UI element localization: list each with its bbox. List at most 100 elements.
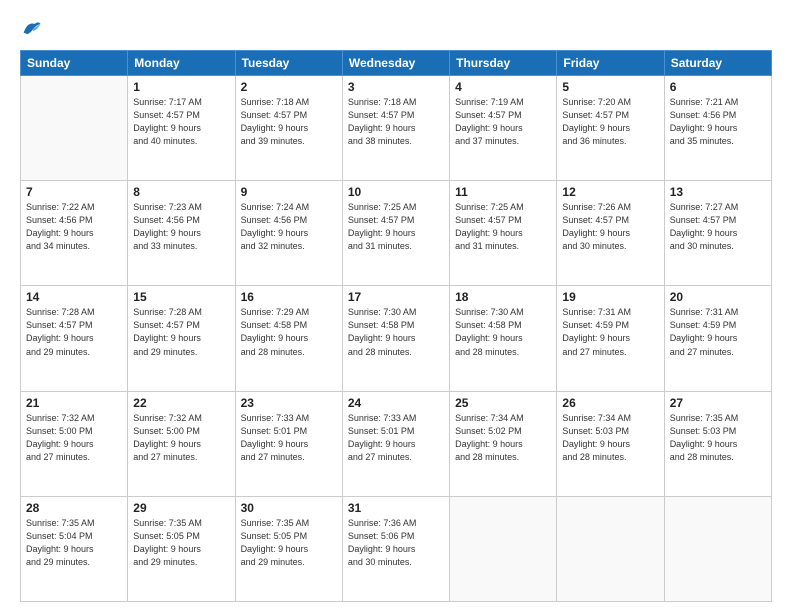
day-number: 5	[562, 80, 658, 94]
calendar-cell: 28 Sunrise: 7:35 AMSunset: 5:04 PMDayligh…	[21, 496, 128, 601]
day-info: Sunrise: 7:25 AMSunset: 4:57 PMDaylight:…	[455, 201, 551, 253]
day-number: 30	[241, 501, 337, 515]
day-number: 24	[348, 396, 444, 410]
calendar-cell: 3 Sunrise: 7:18 AMSunset: 4:57 PMDaylight…	[342, 76, 449, 181]
day-info: Sunrise: 7:18 AMSunset: 4:57 PMDaylight:…	[241, 96, 337, 148]
week-row-1: 1 Sunrise: 7:17 AMSunset: 4:57 PMDaylight…	[21, 76, 772, 181]
calendar-cell: 11 Sunrise: 7:25 AMSunset: 4:57 PMDayligh…	[450, 181, 557, 286]
day-info: Sunrise: 7:30 AMSunset: 4:58 PMDaylight:…	[348, 306, 444, 358]
day-info: Sunrise: 7:27 AMSunset: 4:57 PMDaylight:…	[670, 201, 766, 253]
weekday-header-monday: Monday	[128, 51, 235, 76]
calendar-cell: 7 Sunrise: 7:22 AMSunset: 4:56 PMDaylight…	[21, 181, 128, 286]
day-number: 7	[26, 185, 122, 199]
calendar-cell: 10 Sunrise: 7:25 AMSunset: 4:57 PMDayligh…	[342, 181, 449, 286]
calendar-cell: 22 Sunrise: 7:32 AMSunset: 5:00 PMDayligh…	[128, 391, 235, 496]
day-info: Sunrise: 7:31 AMSunset: 4:59 PMDaylight:…	[562, 306, 658, 358]
day-info: Sunrise: 7:35 AMSunset: 5:05 PMDaylight:…	[133, 517, 229, 569]
day-number: 3	[348, 80, 444, 94]
day-number: 21	[26, 396, 122, 410]
day-info: Sunrise: 7:34 AMSunset: 5:03 PMDaylight:…	[562, 412, 658, 464]
logo	[20, 18, 46, 40]
day-number: 10	[348, 185, 444, 199]
day-number: 25	[455, 396, 551, 410]
calendar-cell: 19 Sunrise: 7:31 AMSunset: 4:59 PMDayligh…	[557, 286, 664, 391]
day-info: Sunrise: 7:35 AMSunset: 5:05 PMDaylight:…	[241, 517, 337, 569]
day-number: 1	[133, 80, 229, 94]
day-number: 18	[455, 290, 551, 304]
day-info: Sunrise: 7:32 AMSunset: 5:00 PMDaylight:…	[133, 412, 229, 464]
calendar-cell: 12Sunrise: 7:26 AMSunset: 4:57 PMDayligh…	[557, 181, 664, 286]
header	[20, 18, 772, 40]
weekday-header-saturday: Saturday	[664, 51, 771, 76]
day-info: Sunrise: 7:32 AMSunset: 5:00 PMDaylight:…	[26, 412, 122, 464]
calendar-cell: 30 Sunrise: 7:35 AMSunset: 5:05 PMDayligh…	[235, 496, 342, 601]
calendar-cell: 15 Sunrise: 7:28 AMSunset: 4:57 PMDayligh…	[128, 286, 235, 391]
calendar-cell	[450, 496, 557, 601]
day-info: Sunrise: 7:25 AMSunset: 4:57 PMDaylight:…	[348, 201, 444, 253]
calendar-cell: 23 Sunrise: 7:33 AMSunset: 5:01 PMDayligh…	[235, 391, 342, 496]
day-info: Sunrise: 7:28 AMSunset: 4:57 PMDaylight:…	[133, 306, 229, 358]
day-number: 20	[670, 290, 766, 304]
day-number: 22	[133, 396, 229, 410]
calendar-cell: 13Sunrise: 7:27 AMSunset: 4:57 PMDayligh…	[664, 181, 771, 286]
day-info: Sunrise: 7:33 AMSunset: 5:01 PMDaylight:…	[241, 412, 337, 464]
day-info: Sunrise: 7:21 AMSunset: 4:56 PMDaylight:…	[670, 96, 766, 148]
day-info: Sunrise: 7:24 AMSunset: 4:56 PMDaylight:…	[241, 201, 337, 253]
calendar-cell: 14 Sunrise: 7:28 AMSunset: 4:57 PMDayligh…	[21, 286, 128, 391]
day-info: Sunrise: 7:33 AMSunset: 5:01 PMDaylight:…	[348, 412, 444, 464]
day-info: Sunrise: 7:22 AMSunset: 4:56 PMDaylight:…	[26, 201, 122, 253]
calendar-cell: 21 Sunrise: 7:32 AMSunset: 5:00 PMDayligh…	[21, 391, 128, 496]
calendar-cell: 8 Sunrise: 7:23 AMSunset: 4:56 PMDaylight…	[128, 181, 235, 286]
day-info: Sunrise: 7:18 AMSunset: 4:57 PMDaylight:…	[348, 96, 444, 148]
calendar-cell: 26 Sunrise: 7:34 AMSunset: 5:03 PMDayligh…	[557, 391, 664, 496]
calendar-cell: 20 Sunrise: 7:31 AMSunset: 4:59 PMDayligh…	[664, 286, 771, 391]
day-number: 19	[562, 290, 658, 304]
calendar-cell	[664, 496, 771, 601]
day-info: Sunrise: 7:31 AMSunset: 4:59 PMDaylight:…	[670, 306, 766, 358]
day-number: 26	[562, 396, 658, 410]
day-info: Sunrise: 7:30 AMSunset: 4:58 PMDaylight:…	[455, 306, 551, 358]
calendar-cell: 1 Sunrise: 7:17 AMSunset: 4:57 PMDaylight…	[128, 76, 235, 181]
day-number: 8	[133, 185, 229, 199]
weekday-header-row: SundayMondayTuesdayWednesdayThursdayFrid…	[21, 51, 772, 76]
day-info: Sunrise: 7:29 AMSunset: 4:58 PMDaylight:…	[241, 306, 337, 358]
day-info: Sunrise: 7:28 AMSunset: 4:57 PMDaylight:…	[26, 306, 122, 358]
calendar-cell: 5Sunrise: 7:20 AMSunset: 4:57 PMDaylight…	[557, 76, 664, 181]
week-row-2: 7 Sunrise: 7:22 AMSunset: 4:56 PMDaylight…	[21, 181, 772, 286]
calendar-cell: 18 Sunrise: 7:30 AMSunset: 4:58 PMDayligh…	[450, 286, 557, 391]
day-number: 12	[562, 185, 658, 199]
day-number: 27	[670, 396, 766, 410]
calendar-table: SundayMondayTuesdayWednesdayThursdayFrid…	[20, 50, 772, 602]
day-info: Sunrise: 7:36 AMSunset: 5:06 PMDaylight:…	[348, 517, 444, 569]
day-number: 11	[455, 185, 551, 199]
day-info: Sunrise: 7:35 AMSunset: 5:04 PMDaylight:…	[26, 517, 122, 569]
calendar-cell	[21, 76, 128, 181]
day-number: 4	[455, 80, 551, 94]
calendar-cell: 9Sunrise: 7:24 AMSunset: 4:56 PMDaylight…	[235, 181, 342, 286]
weekday-header-wednesday: Wednesday	[342, 51, 449, 76]
day-number: 15	[133, 290, 229, 304]
logo-icon	[20, 18, 42, 40]
day-info: Sunrise: 7:34 AMSunset: 5:02 PMDaylight:…	[455, 412, 551, 464]
calendar-cell: 27Sunrise: 7:35 AMSunset: 5:03 PMDayligh…	[664, 391, 771, 496]
weekday-header-sunday: Sunday	[21, 51, 128, 76]
calendar-cell: 17Sunrise: 7:30 AMSunset: 4:58 PMDayligh…	[342, 286, 449, 391]
weekday-header-thursday: Thursday	[450, 51, 557, 76]
calendar-cell: 25 Sunrise: 7:34 AMSunset: 5:02 PMDayligh…	[450, 391, 557, 496]
day-number: 23	[241, 396, 337, 410]
day-number: 16	[241, 290, 337, 304]
calendar-cell	[557, 496, 664, 601]
day-info: Sunrise: 7:17 AMSunset: 4:57 PMDaylight:…	[133, 96, 229, 148]
day-number: 14	[26, 290, 122, 304]
calendar-cell: 6Sunrise: 7:21 AMSunset: 4:56 PMDaylight…	[664, 76, 771, 181]
calendar-cell: 31 Sunrise: 7:36 AMSunset: 5:06 PMDayligh…	[342, 496, 449, 601]
weekday-header-friday: Friday	[557, 51, 664, 76]
page: SundayMondayTuesdayWednesdayThursdayFrid…	[0, 0, 792, 612]
day-number: 31	[348, 501, 444, 515]
day-number: 29	[133, 501, 229, 515]
day-number: 28	[26, 501, 122, 515]
day-info: Sunrise: 7:23 AMSunset: 4:56 PMDaylight:…	[133, 201, 229, 253]
calendar-cell: 4Sunrise: 7:19 AMSunset: 4:57 PMDaylight…	[450, 76, 557, 181]
calendar-cell: 2 Sunrise: 7:18 AMSunset: 4:57 PMDaylight…	[235, 76, 342, 181]
day-number: 2	[241, 80, 337, 94]
